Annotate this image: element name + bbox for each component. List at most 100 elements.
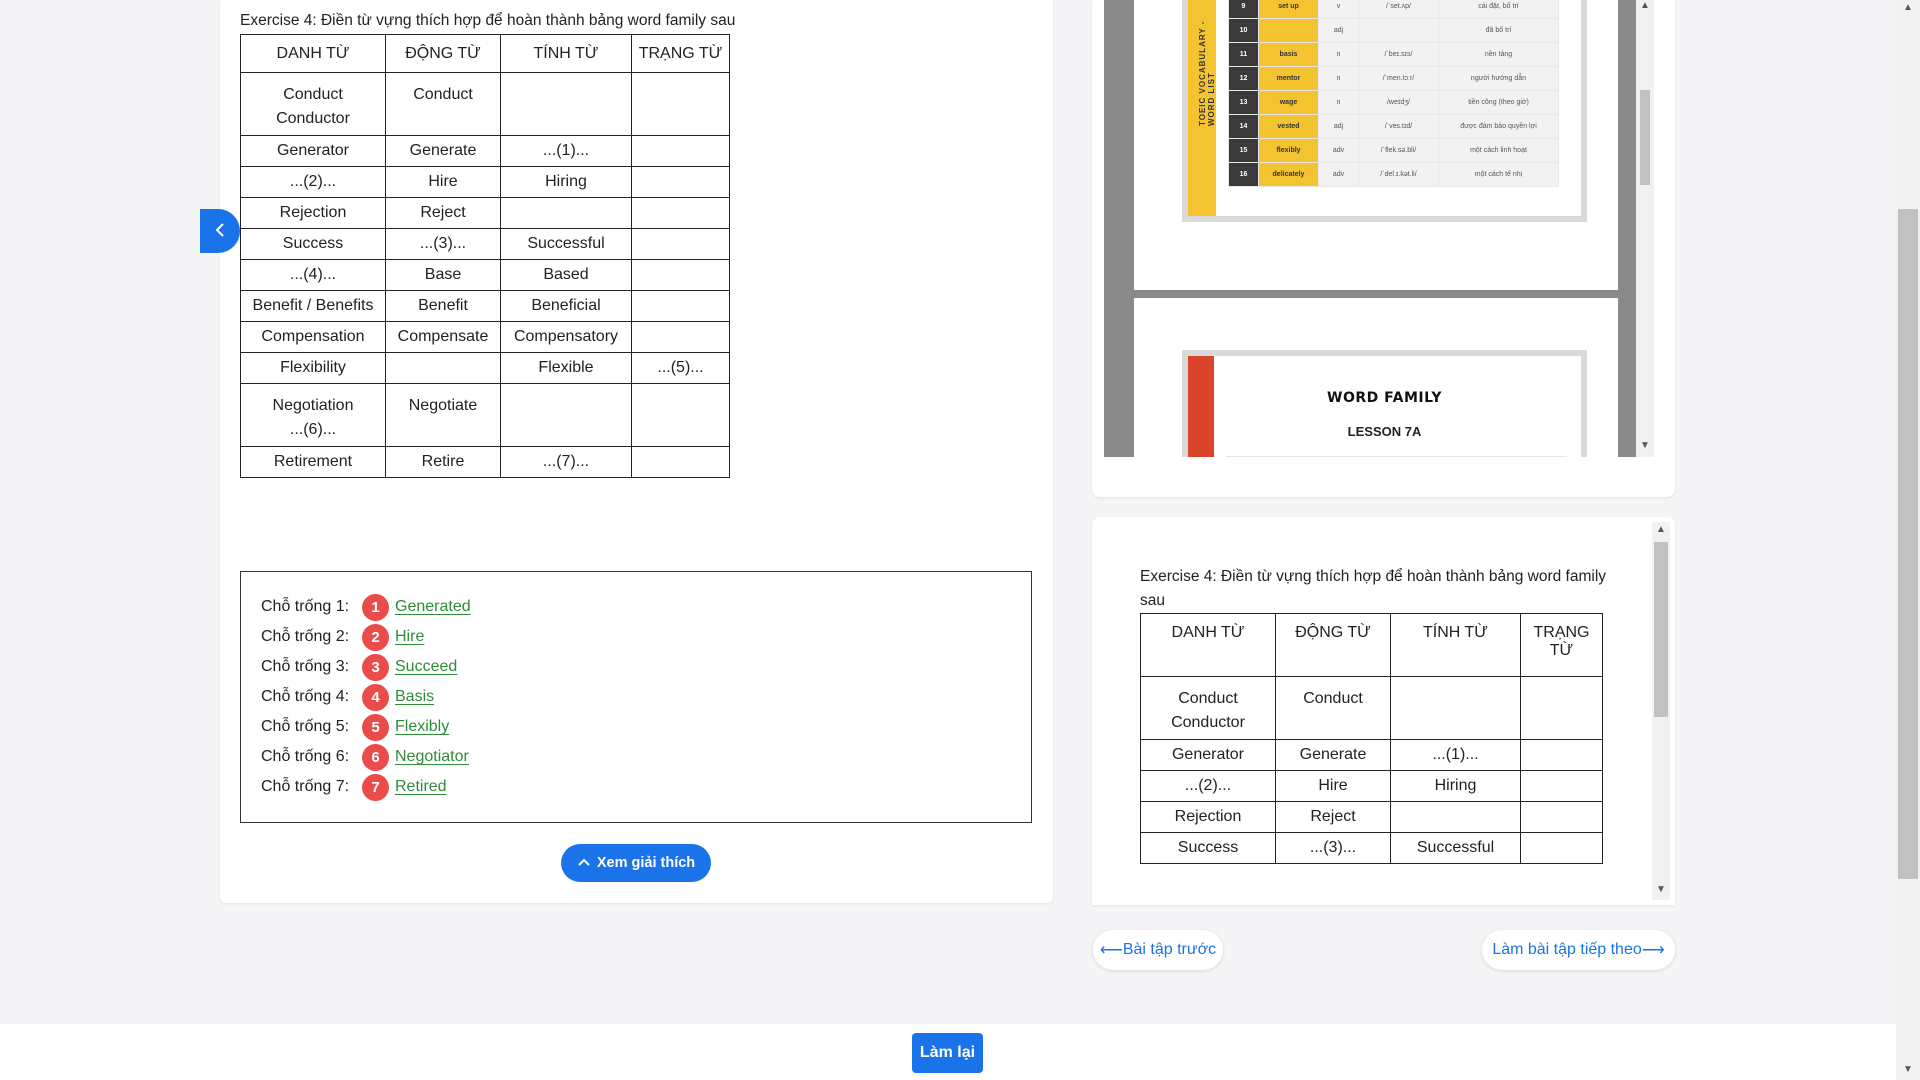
- vocab-cell: /ˈves.tɪd/: [1358, 114, 1439, 139]
- red-sidebar: [1188, 356, 1214, 457]
- table-cell: Compensation: [240, 321, 386, 353]
- table-cell: ...(5)...: [631, 352, 730, 384]
- vocab-cell: một cách tế nhị: [1438, 162, 1559, 187]
- answer-number-badge: 5: [362, 713, 389, 741]
- preview-exercise-title: Exercise 4: Điền từ vựng thích hợp để ho…: [1140, 568, 1607, 609]
- column-header: ĐỘNG TỪ: [385, 34, 501, 73]
- table-row: Success ...(3)... Successful: [240, 228, 730, 260]
- table-cell: ...(3)...: [385, 228, 501, 260]
- divider: [1226, 456, 1567, 457]
- table-cell: Flexibility: [240, 352, 386, 384]
- document-scrollbar[interactable]: ▲ ▼: [1636, 0, 1654, 457]
- vocab-cell: đã bố trí: [1438, 18, 1559, 43]
- vocab-cell: flexibly: [1258, 138, 1319, 163]
- scroll-up-icon[interactable]: ▲: [1656, 524, 1666, 535]
- table-row: Negotiation ...(6)... Negotiate: [240, 383, 730, 447]
- word-family-sheet: WORD FAMILY LESSON 7A: [1182, 350, 1587, 457]
- vocab-cell: adj: [1318, 18, 1359, 43]
- table-cell: Retirement: [240, 446, 386, 478]
- vocab-cell: adj: [1318, 114, 1359, 139]
- preview-scrollbar[interactable]: ▲ ▼: [1652, 522, 1670, 900]
- table-cell: [1390, 676, 1521, 740]
- table-cell: Generate: [1275, 739, 1391, 771]
- answer-value[interactable]: Flexibly: [395, 718, 449, 736]
- vocab-cell: mentor: [1258, 66, 1319, 91]
- vocab-cell: một cách linh hoạt: [1438, 138, 1559, 163]
- vocab-cell: 15: [1228, 138, 1259, 163]
- vocab-cell: n: [1318, 90, 1359, 115]
- table-cell: Beneficial: [500, 290, 632, 322]
- table-cell: Hire: [1275, 770, 1391, 802]
- view-explanation-button[interactable]: Xem giải thích: [561, 844, 711, 882]
- vocab-cell: /weɪdʒ/: [1358, 90, 1439, 115]
- table-cell: Rejection: [1140, 801, 1276, 833]
- scroll-up-icon[interactable]: ▲: [1903, 2, 1913, 13]
- vocab-cell: 13: [1228, 90, 1259, 115]
- next-exercise-label: Làm bài tập tiếp theo: [1492, 941, 1642, 958]
- answer-value[interactable]: Hire: [395, 628, 424, 646]
- answer-value[interactable]: Retired: [395, 778, 447, 796]
- scrollbar-thumb[interactable]: [1898, 209, 1918, 879]
- table-cell: [631, 290, 730, 322]
- table-cell: ...(2)...: [240, 166, 386, 198]
- table-cell: ...(4)...: [240, 259, 386, 291]
- blank-label: Chỗ trống 7:: [261, 778, 350, 795]
- table-cell: Flexible: [500, 352, 632, 384]
- scroll-down-icon[interactable]: ▼: [1903, 1064, 1913, 1075]
- table-cell: [631, 321, 730, 353]
- table-row: Rejection Reject: [240, 197, 730, 229]
- vocab-cell: 16: [1228, 162, 1259, 187]
- table-cell: Successful: [1390, 832, 1521, 864]
- table-cell: Compensate: [385, 321, 501, 353]
- table-row: Retirement Retire ...(7)...: [240, 446, 730, 478]
- table-row: Flexibility Flexible ...(5)...: [240, 352, 730, 384]
- vocab-row: 15 flexibly adv/ˈflek.sə.bli/một cách linh…: [1228, 138, 1559, 163]
- table-cell: Benefit / Benefits: [240, 290, 386, 322]
- page-scrollbar[interactable]: ▲ ▼: [1896, 0, 1920, 1080]
- previous-exercise-button[interactable]: ⟵ Bài tập trước: [1093, 930, 1223, 970]
- answer-value[interactable]: Negotiator: [395, 748, 469, 766]
- scrollbar-thumb[interactable]: [1640, 90, 1650, 185]
- table-cell: [500, 197, 632, 229]
- vocab-cell: n: [1318, 66, 1359, 91]
- vocab-row: 14 vested adj/ˈves.tɪd/được đảm bảo quyền …: [1228, 114, 1559, 139]
- vocab-cell: set up: [1258, 0, 1319, 19]
- table-row: Rejection Reject: [1140, 801, 1603, 833]
- table-cell: Conduct: [385, 72, 501, 136]
- table-cell: [631, 446, 730, 478]
- table-cell: [500, 383, 632, 447]
- scroll-down-icon[interactable]: ▼: [1656, 884, 1666, 895]
- vocab-row: 10 adj đã bố trí: [1228, 18, 1559, 43]
- scroll-up-icon[interactable]: ▲: [1640, 0, 1650, 11]
- table-cell: Reject: [385, 197, 501, 229]
- next-exercise-button[interactable]: Làm bài tập tiếp theo ⟶: [1482, 930, 1675, 970]
- blank-label: Chỗ trống 2:: [261, 628, 350, 645]
- vocab-cell: adv: [1318, 162, 1359, 187]
- answer-value[interactable]: Succeed: [395, 658, 457, 676]
- vocab-table: 9 set up v/ˈset.ʌp/cài đặt, bố trí 10 adj đã …: [1228, 0, 1559, 187]
- table-cell: [631, 135, 730, 167]
- vocab-cell: 11: [1228, 42, 1259, 67]
- vocab-cell: 12: [1228, 66, 1259, 91]
- answer-value[interactable]: Basis: [395, 688, 434, 706]
- column-header: DANH TỪ: [240, 34, 386, 73]
- table-cell: Conduct Conductor: [1140, 676, 1276, 740]
- table-cell: Rejection: [240, 197, 386, 229]
- blank-label: Chỗ trống 4:: [261, 688, 350, 705]
- scrollbar-thumb[interactable]: [1654, 542, 1668, 717]
- table-cell: Success: [1140, 832, 1276, 864]
- preview-card: Exercise 4: Điền từ vựng thích hợp để ho…: [1092, 517, 1675, 905]
- vocab-row: 16 delicately adv/ˈdel.ɪ.kət.li/một cách t…: [1228, 162, 1559, 187]
- redo-button[interactable]: Làm lại: [912, 1033, 983, 1073]
- answer-value[interactable]: Generated: [395, 598, 471, 616]
- column-header: TRẠNG TỪ: [1520, 613, 1603, 677]
- column-header: TRẠNG TỪ: [631, 34, 730, 73]
- scroll-down-icon[interactable]: ▼: [1640, 440, 1650, 451]
- vocab-cell: tiền công (theo giờ): [1438, 90, 1559, 115]
- vocab-cell: wage: [1258, 90, 1319, 115]
- document-viewer[interactable]: TOEIC VOCABULARY - WORD LIST 9 set up v/ˈs…: [1104, 0, 1648, 457]
- column-header: TÍNH TỪ: [1390, 613, 1521, 677]
- column-header: ĐỘNG TỪ: [1275, 613, 1391, 677]
- lesson-heading: LESSON 7A: [1347, 424, 1422, 439]
- previous-exercise-label: Bài tập trước: [1122, 941, 1217, 958]
